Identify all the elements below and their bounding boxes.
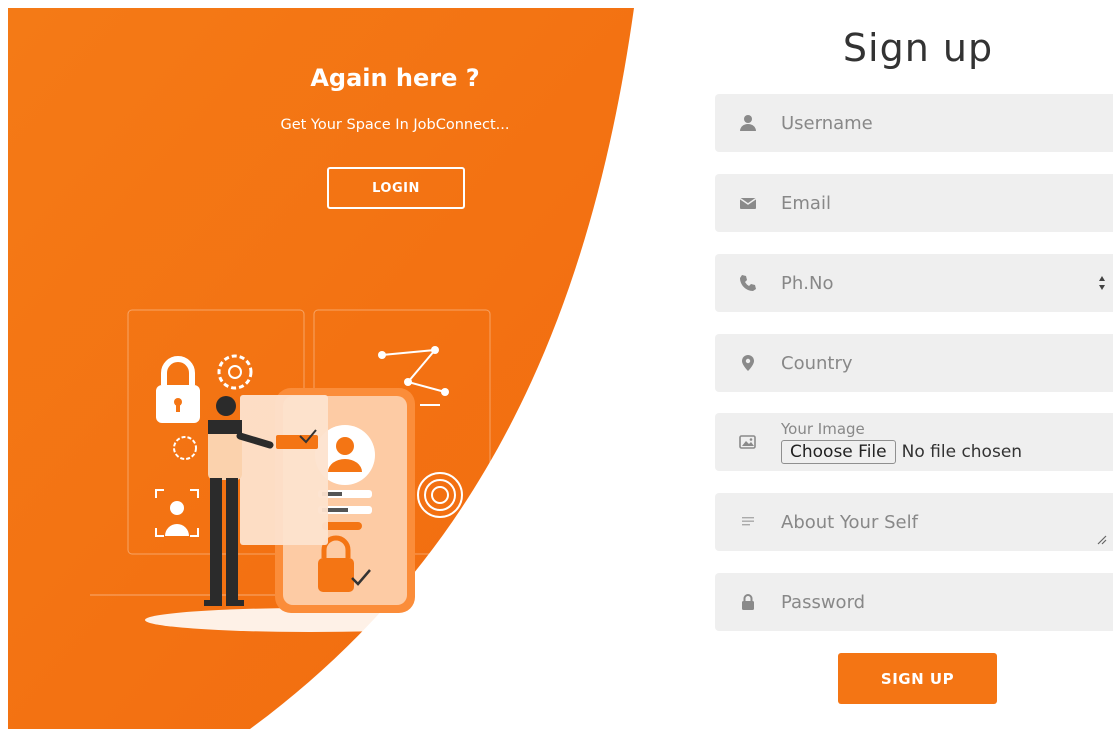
about-textarea[interactable]: About Your Self xyxy=(781,512,918,533)
image-field: Your Image Choose File No file chosen xyxy=(715,413,1113,471)
username-input[interactable]: Username xyxy=(781,113,873,134)
choose-file-button[interactable]: Choose File xyxy=(781,440,896,464)
image-upload: Your Image Choose File No file chosen xyxy=(781,420,1022,464)
country-input[interactable]: Country xyxy=(781,353,853,374)
about-field[interactable]: About Your Self xyxy=(715,493,1113,551)
welcome-panel: Again here ? Get Your Space In JobConnec… xyxy=(0,0,640,729)
image-label: Your Image xyxy=(781,420,865,438)
welcome-subtitle: Get Your Space In JobConnect... xyxy=(280,117,510,133)
signup-title: Sign up xyxy=(842,26,994,70)
user-icon xyxy=(715,114,781,132)
signup-page: Again here ? Get Your Space In JobConnec… xyxy=(0,0,1113,729)
email-input[interactable]: Email xyxy=(781,193,831,214)
no-file-chosen-text: No file chosen xyxy=(901,442,1023,462)
password-field[interactable]: Password xyxy=(715,573,1113,631)
email-field[interactable]: Email xyxy=(715,174,1113,232)
country-field[interactable]: Country xyxy=(715,334,1113,392)
phone-icon xyxy=(715,274,781,292)
security-illustration xyxy=(90,309,530,632)
resize-grip-icon[interactable] xyxy=(1095,533,1107,545)
signup-button[interactable]: SIGN UP xyxy=(838,653,997,704)
phone-field[interactable]: Ph.No xyxy=(715,254,1113,312)
envelope-icon xyxy=(715,194,781,212)
lines-icon xyxy=(715,513,781,531)
number-spinner-icon[interactable] xyxy=(1097,273,1107,293)
image-icon xyxy=(715,433,781,451)
password-input[interactable]: Password xyxy=(781,592,865,613)
phone-input[interactable]: Ph.No xyxy=(781,273,833,294)
welcome-heading: Again here ? xyxy=(310,64,480,92)
lock-icon xyxy=(715,593,781,611)
map-marker-icon xyxy=(715,354,781,372)
username-field[interactable]: Username xyxy=(715,94,1113,152)
login-button[interactable]: LOGIN xyxy=(327,167,465,209)
